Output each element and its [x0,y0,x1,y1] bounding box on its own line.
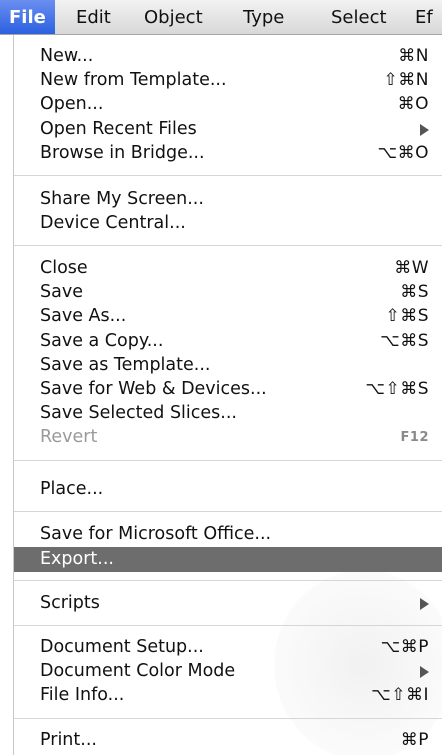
menu-item-document-color-mode[interactable]: Document Color Mode [14,659,442,684]
menu-bar: File Edit Object Type Select Ef [0,0,442,35]
menu-item-label: Device Central... [40,213,186,233]
menu-item-open-recent-files[interactable]: Open Recent Files [14,117,442,142]
menu-item-export[interactable]: Export... [14,547,442,572]
menu-item-scripts[interactable]: Scripts [14,591,442,616]
menu-item-label: Share My Screen... [40,189,204,209]
shortcut-label: ⌥⌘S [380,331,429,351]
menu-separator [14,245,442,246]
shortcut-label: F12 [400,430,429,445]
shortcut-label: ⌥⇧⌘I [371,685,429,705]
shortcut-label: ⌥⌘O [377,143,429,163]
menu-item-save-for-microsoft-office[interactable]: Save for Microsoft Office... [14,522,442,547]
menu-item-share-my-screen[interactable]: Share My Screen... [14,187,442,212]
menu-item-new[interactable]: New... ⌘N [14,44,442,69]
menu-item-save-selected-slices[interactable]: Save Selected Slices... [14,401,442,426]
menu-item-document-setup[interactable]: Document Setup... ⌥⌘P [14,635,442,660]
menu-item-label: New from Template... [40,70,227,90]
submenu-arrow-icon [420,598,429,610]
menu-item-label: Open... [40,94,104,114]
submenu-arrow-icon [420,666,429,678]
menu-item-label: File Info... [40,685,125,705]
menu-item-label: Save as Template... [40,355,211,375]
menu-item-label: Print... [40,730,97,750]
shortcut-label: ⌘P [400,730,429,750]
menu-item-label: Open Recent Files [40,119,197,139]
menu-item-label: Revert [40,427,98,447]
menu-item-label: Scripts [40,593,100,613]
menu-edit[interactable]: Edit [67,0,120,34]
menu-item-label: Save for Microsoft Office... [40,524,272,544]
menu-separator [14,175,442,176]
menu-item-print[interactable]: Print... ⌘P [14,728,442,753]
menu-type[interactable]: Type [234,0,293,34]
menu-item-place[interactable]: Place... [14,477,442,502]
shortcut-label: ⌘N [398,46,429,66]
menu-item-open[interactable]: Open... ⌘O [14,92,442,117]
menu-item-label: Save a Copy... [40,331,164,351]
menu-item-label: Save for Web & Devices... [40,379,267,399]
menu-separator [14,625,442,626]
menu-object[interactable]: Object [135,0,212,34]
shortcut-label: ⇧⌘S [385,306,429,326]
menu-item-label: Save Selected Slices... [40,403,237,423]
menu-item-browse-in-bridge[interactable]: Browse in Bridge... ⌥⌘O [14,141,442,166]
menu-item-save-for-web[interactable]: Save for Web & Devices... ⌥⇧⌘S [14,377,442,402]
shortcut-label: ⌘W [394,258,429,278]
menu-item-label: Place... [40,479,104,499]
menu-file[interactable]: File [0,0,55,34]
menu-separator [14,460,442,461]
shortcut-label: ⌘O [397,94,429,114]
submenu-arrow-icon [420,124,429,136]
file-menu-dropdown: New... ⌘N New from Template... ⇧⌘N Open.… [13,35,442,755]
menu-item-device-central[interactable]: Device Central... [14,211,442,236]
menu-item-save-as-template[interactable]: Save as Template... [14,353,442,378]
shortcut-label: ⌥⇧⌘S [365,379,429,399]
menu-item-label: Save As... [40,306,127,326]
menu-item-file-info[interactable]: File Info... ⌥⇧⌘I [14,683,442,708]
menu-select[interactable]: Select [322,0,396,34]
menu-item-revert: Revert F12 [14,425,442,450]
menu-item-label: Save [40,282,83,302]
menu-item-close[interactable]: Close ⌘W [14,256,442,281]
app-screen: File Edit Object Type Select Ef New... ⌘… [0,0,442,755]
shortcut-label: ⇧⌘N [383,70,429,90]
shortcut-label: ⌘S [400,282,429,302]
menu-separator [14,511,442,512]
menu-item-label: Export... [40,549,114,569]
menu-item-save-as[interactable]: Save As... ⇧⌘S [14,304,442,329]
menu-item-label: Browse in Bridge... [40,143,205,163]
menu-item-new-from-template[interactable]: New from Template... ⇧⌘N [14,68,442,93]
menu-separator [14,580,442,581]
menu-item-label: Document Color Mode [40,661,236,681]
menu-item-label: Document Setup... [40,637,204,657]
shortcut-label: ⌥⌘P [380,637,429,657]
menu-item-save-a-copy[interactable]: Save a Copy... ⌥⌘S [14,329,442,354]
menu-item-save[interactable]: Save ⌘S [14,280,442,305]
menu-separator [14,718,442,719]
menu-item-label: New... [40,46,94,66]
menu-item-label: Close [40,258,88,278]
menu-effect[interactable]: Ef [406,0,442,34]
